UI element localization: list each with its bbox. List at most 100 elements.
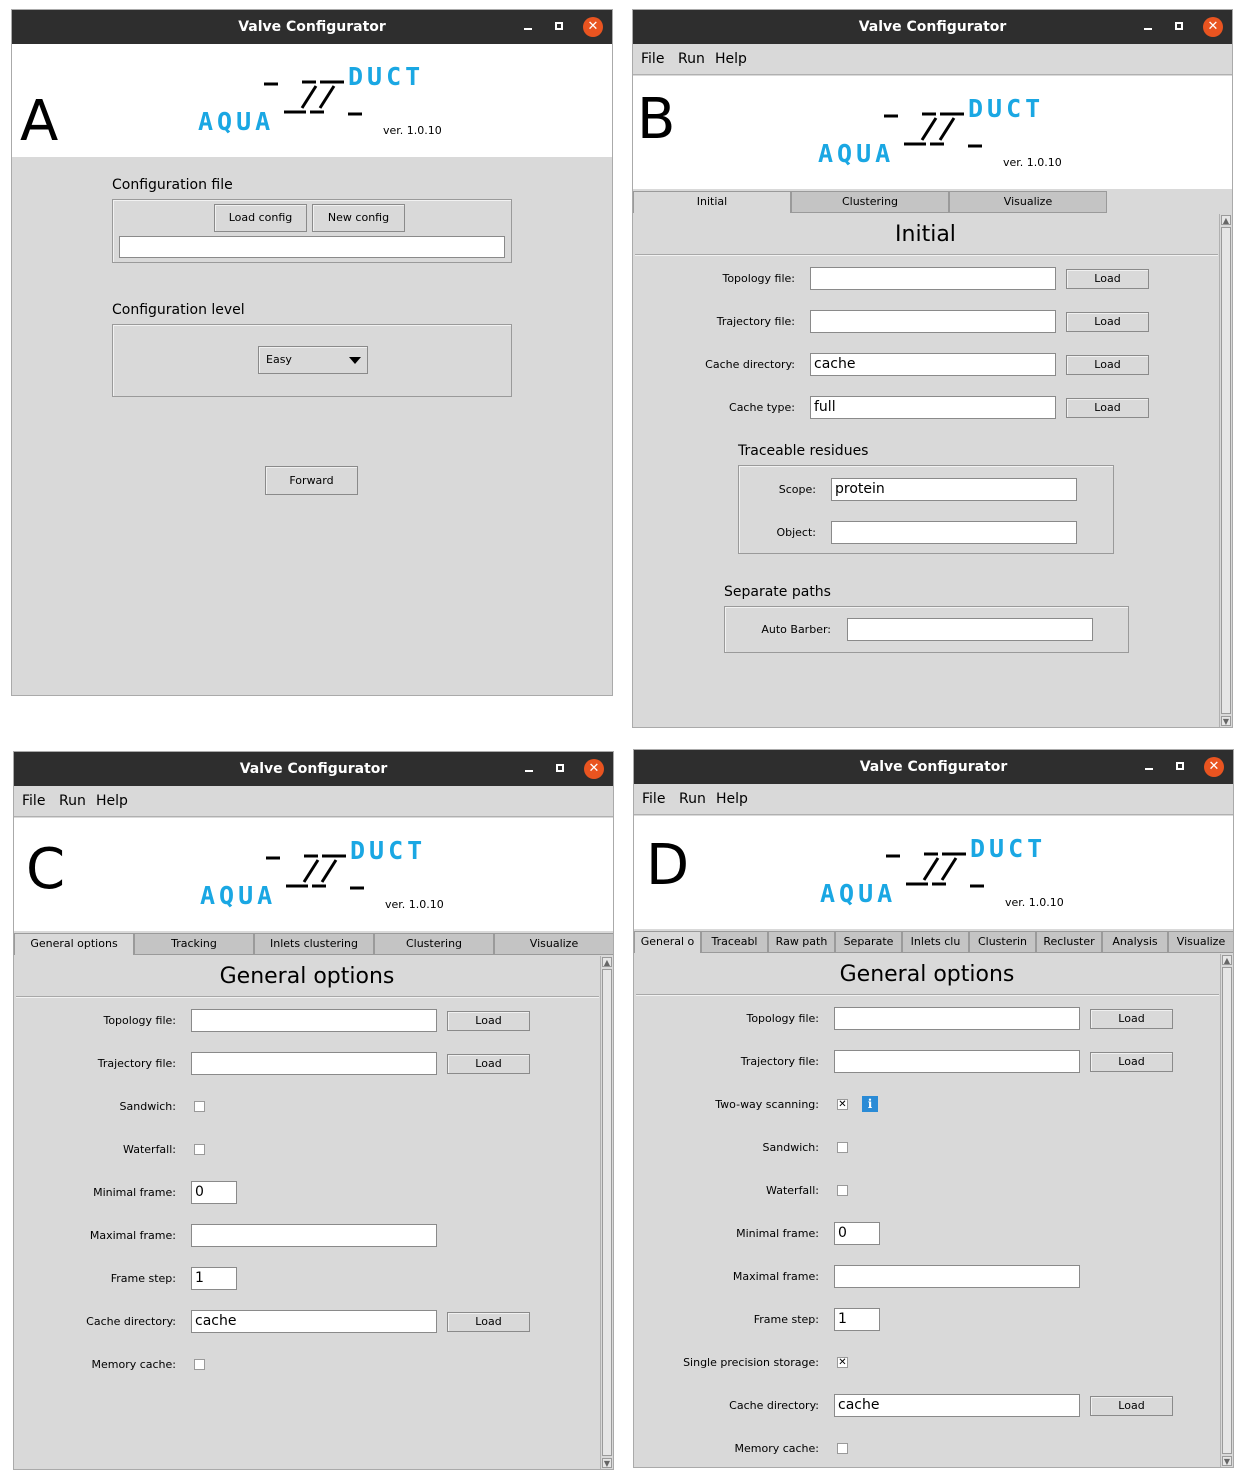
tab-clustering[interactable]: Clustering: [374, 933, 494, 955]
max-frame-field[interactable]: [191, 1224, 437, 1247]
config-level-select[interactable]: Easy: [258, 346, 368, 374]
waterfall-checkbox[interactable]: [194, 1144, 205, 1155]
trajectory-field[interactable]: [191, 1052, 437, 1075]
window-b: Valve Configurator ✕ File Run Help B AQU…: [632, 9, 1233, 728]
maximize-icon[interactable]: [556, 764, 564, 772]
scroll-thumb[interactable]: [1222, 967, 1232, 1454]
tab-clustering[interactable]: Clusterin: [969, 931, 1036, 953]
trajectory-field[interactable]: [834, 1050, 1080, 1073]
topology-load-button[interactable]: Load: [447, 1011, 530, 1031]
menu-run[interactable]: Run: [59, 793, 86, 809]
title-bar: Valve Configurator ✕: [634, 750, 1233, 784]
two-way-checkbox[interactable]: ✕: [837, 1099, 848, 1110]
cache-dir-field[interactable]: cache: [834, 1394, 1080, 1417]
cache-type-load-button[interactable]: Load: [1066, 398, 1149, 418]
trajectory-load-button[interactable]: Load: [447, 1054, 530, 1074]
config-path-field[interactable]: [119, 236, 505, 258]
minimize-icon[interactable]: [525, 770, 533, 772]
cache-dir-load-button[interactable]: Load: [1066, 355, 1149, 375]
cache-dir-load-button[interactable]: Load: [1090, 1396, 1173, 1416]
tab-general-options[interactable]: General o: [634, 931, 701, 953]
menu-file[interactable]: File: [22, 793, 45, 809]
scrollbar[interactable]: ▲ ▼: [1220, 954, 1233, 1467]
single-precision-checkbox[interactable]: ✕: [837, 1357, 848, 1368]
scroll-up-icon[interactable]: ▲: [1222, 955, 1232, 965]
tab-visualize[interactable]: Visualize: [949, 191, 1107, 213]
menu-help[interactable]: Help: [96, 793, 128, 809]
info-icon[interactable]: i: [862, 1096, 878, 1112]
scroll-down-icon[interactable]: ▼: [1222, 1456, 1232, 1466]
memory-cache-checkbox[interactable]: [194, 1359, 205, 1370]
tab-clustering[interactable]: Clustering: [791, 191, 949, 213]
close-icon[interactable]: ✕: [1204, 757, 1224, 777]
object-field[interactable]: [831, 521, 1077, 544]
min-frame-field[interactable]: 0: [834, 1222, 880, 1245]
trajectory-field[interactable]: [810, 310, 1056, 333]
minimize-icon[interactable]: [1145, 768, 1153, 770]
tab-raw-paths[interactable]: Raw path: [768, 931, 835, 953]
title-bar: Valve Configurator ✕: [14, 752, 613, 786]
tab-tracking[interactable]: Tracking: [134, 933, 254, 955]
minimize-icon[interactable]: [524, 28, 532, 30]
tab-analysis[interactable]: Analysis: [1102, 931, 1168, 953]
menu-run[interactable]: Run: [678, 51, 705, 67]
tab-separate[interactable]: Separate: [835, 931, 902, 953]
auto-barber-field[interactable]: [847, 618, 1093, 641]
scroll-down-icon[interactable]: ▼: [602, 1458, 612, 1468]
forward-button[interactable]: Forward: [265, 466, 358, 495]
load-config-button[interactable]: Load config: [214, 204, 307, 232]
close-icon[interactable]: ✕: [1203, 17, 1223, 37]
maximize-icon[interactable]: [555, 22, 563, 30]
scrollbar[interactable]: ▲ ▼: [600, 956, 613, 1469]
min-frame-field[interactable]: 0: [191, 1181, 237, 1204]
maximize-icon[interactable]: [1176, 762, 1184, 770]
tab-initial[interactable]: Initial: [633, 191, 791, 213]
tab-inlets-clustering[interactable]: Inlets clu: [902, 931, 969, 953]
cache-dir-field[interactable]: cache: [191, 1310, 437, 1333]
scroll-thumb[interactable]: [602, 969, 612, 1456]
tab-visualize[interactable]: Visualize: [494, 933, 613, 955]
sandwich-checkbox[interactable]: [837, 1142, 848, 1153]
window-c: Valve Configurator ✕ File Run Help C AQU…: [13, 751, 614, 1470]
scroll-thumb[interactable]: [1221, 227, 1231, 714]
scope-field[interactable]: protein: [831, 478, 1077, 501]
menu-file[interactable]: File: [641, 51, 664, 67]
sandwich-checkbox[interactable]: [194, 1101, 205, 1112]
max-frame-field[interactable]: [834, 1265, 1080, 1288]
trajectory-load-button[interactable]: Load: [1066, 312, 1149, 332]
scroll-up-icon[interactable]: ▲: [1221, 215, 1231, 225]
cache-dir-load-button[interactable]: Load: [447, 1312, 530, 1332]
topology-load-button[interactable]: Load: [1090, 1009, 1173, 1029]
cache-type-field[interactable]: full: [810, 396, 1056, 419]
menu-help[interactable]: Help: [715, 51, 747, 67]
tab-reclustering[interactable]: Recluster: [1036, 931, 1102, 953]
topology-load-button[interactable]: Load: [1066, 269, 1149, 289]
close-icon[interactable]: ✕: [584, 759, 604, 779]
menu-help[interactable]: Help: [716, 791, 748, 807]
scroll-up-icon[interactable]: ▲: [602, 957, 612, 967]
minimize-icon[interactable]: [1144, 28, 1152, 30]
memory-cache-checkbox[interactable]: [837, 1443, 848, 1454]
tab-inlets-clustering[interactable]: Inlets clustering: [254, 933, 374, 955]
menu-file[interactable]: File: [642, 791, 665, 807]
maximize-icon[interactable]: [1175, 22, 1183, 30]
menu-run[interactable]: Run: [679, 791, 706, 807]
topology-field[interactable]: [834, 1007, 1080, 1030]
topology-field[interactable]: [810, 267, 1056, 290]
tab-visualize[interactable]: Visualize: [1168, 931, 1233, 953]
frame-step-field[interactable]: 1: [834, 1308, 880, 1331]
waterfall-checkbox[interactable]: [837, 1185, 848, 1196]
tab-general-options[interactable]: General options: [14, 933, 134, 955]
topology-field[interactable]: [191, 1009, 437, 1032]
tab-traceable[interactable]: Traceabl: [701, 931, 768, 953]
new-config-button[interactable]: New config: [312, 204, 405, 232]
scroll-down-icon[interactable]: ▼: [1221, 716, 1231, 726]
cache-dir-label: Cache directory:: [705, 358, 795, 371]
frame-step-field[interactable]: 1: [191, 1267, 237, 1290]
close-icon[interactable]: ✕: [583, 17, 603, 37]
title-bar: Valve Configurator ✕: [12, 10, 612, 44]
scrollbar[interactable]: ▲ ▼: [1219, 214, 1232, 727]
logo-header: D AQUA DUCT ver. 1.0.10: [634, 816, 1233, 929]
trajectory-load-button[interactable]: Load: [1090, 1052, 1173, 1072]
cache-dir-field[interactable]: cache: [810, 353, 1056, 376]
